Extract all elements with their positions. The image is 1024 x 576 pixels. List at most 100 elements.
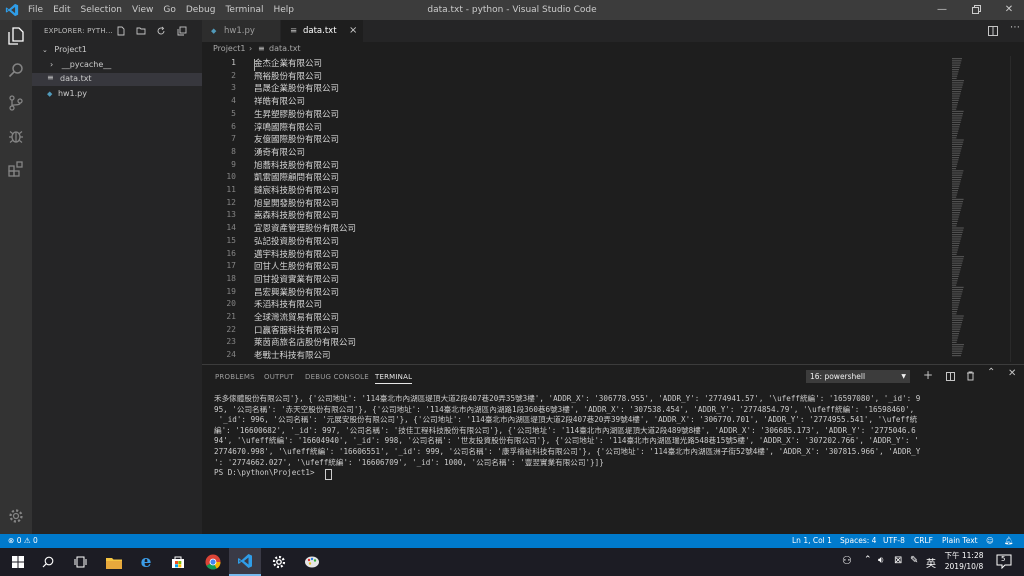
file-explorer-taskbar[interactable] — [98, 548, 130, 576]
search-taskbar-button[interactable] — [32, 548, 64, 576]
manage-button[interactable] — [5, 505, 27, 527]
terminal-select[interactable]: 16: powershell ▼ — [806, 370, 910, 383]
code-line: 友億國際股份有限公司 — [254, 135, 340, 146]
source-control-icon — [9, 95, 23, 111]
line-ending[interactable]: CRLF — [914, 534, 933, 548]
language-mode[interactable]: Plain Text — [942, 534, 978, 548]
source-control-button[interactable] — [5, 92, 27, 114]
close-window-button[interactable]: ✕ — [994, 0, 1024, 20]
project-folder[interactable]: ⌄ Project1 — [42, 45, 87, 54]
restore-button[interactable] — [961, 0, 991, 20]
feedback-icon[interactable]: ☺ — [986, 534, 994, 548]
paint-taskbar[interactable] — [296, 548, 328, 576]
vscode-taskbar[interactable] — [229, 548, 261, 576]
explorer-sidebar: EXPLORER: PYTH... ⌄ Project1 › __pycache… — [32, 20, 202, 534]
breadcrumb-separator: › — [249, 44, 253, 53]
editor-area[interactable]: 1 金杰企業有限公司 2 飛裕股份有限公司 3 昌晟企業股份有限公司 4 祥皓有限公司 5 生昇塑… — [202, 56, 1024, 362]
chevron-right-icon: › — [50, 60, 54, 69]
bell-icon[interactable]: 🔔︎ — [1004, 534, 1014, 548]
refresh-icon[interactable] — [156, 26, 166, 36]
menu-help[interactable]: Help — [273, 0, 294, 20]
tab-data-txt[interactable]: ≡ data.txt × — [281, 20, 363, 42]
new-folder-icon[interactable] — [136, 26, 146, 36]
split-terminal-icon[interactable] — [946, 372, 955, 381]
tree-item-data-txt[interactable]: ≡ data.txt — [32, 73, 202, 86]
menu-edit[interactable]: Edit — [53, 0, 70, 20]
network-icon[interactable]: ⊠ — [894, 555, 902, 566]
task-view-icon — [74, 556, 86, 568]
windows-taskbar: e ⚇ ⌃ 🔉︎ ⊠ ✎ 英 下午 11:28 2019/10/8 5 — [0, 548, 1024, 576]
more-actions-icon[interactable]: ⋯ — [1010, 22, 1020, 33]
search-button[interactable] — [5, 59, 27, 81]
volume-icon[interactable]: 🔉︎ — [878, 555, 884, 566]
terminal-line: 94', '\ufeff統編': '16604940', '_id': 998,… — [214, 436, 919, 446]
encoding[interactable]: UTF-8 — [883, 534, 905, 548]
maximize-panel-icon[interactable]: ⌃ — [987, 367, 995, 378]
new-file-icon[interactable] — [116, 26, 126, 36]
new-terminal-icon[interactable]: + — [923, 368, 933, 382]
extensions-button[interactable] — [5, 158, 27, 180]
folder-icon — [106, 557, 122, 569]
people-icon[interactable]: ⚇ — [842, 554, 852, 567]
menu-go[interactable]: Go — [163, 0, 175, 20]
tab-output[interactable]: OUTPUT — [264, 373, 294, 381]
debug-button[interactable] — [5, 125, 27, 147]
clock-date: 2019/10/8 — [944, 562, 984, 571]
line-number: 21 — [226, 312, 236, 321]
code-line: 嵩森科技股份有限公司 — [254, 211, 340, 222]
ime-indicator[interactable]: 英 — [926, 555, 936, 570]
start-button[interactable] — [2, 548, 34, 576]
tree-item-hw1-py[interactable]: ◆ hw1.py — [47, 89, 87, 98]
terminal-line: 2774670.998', '\ufeff統編': '16606551', '_… — [214, 446, 921, 456]
warning-count: 0 — [32, 536, 38, 545]
code-line: 老戰士科技有限公司 — [254, 351, 331, 362]
tab-close-button[interactable]: × — [349, 20, 357, 42]
editor-scrollbar[interactable] — [1010, 56, 1024, 362]
edge-taskbar[interactable]: e — [130, 548, 162, 576]
close-panel-icon[interactable]: ✕ — [1008, 368, 1016, 379]
explorer-button[interactable] — [5, 25, 27, 47]
pen-icon[interactable]: ✎ — [910, 555, 918, 566]
cursor-position[interactable]: Ln 1, Col 1 — [792, 534, 832, 548]
indentation[interactable]: Spaces: 4 — [840, 534, 876, 548]
minimap[interactable] — [952, 56, 966, 362]
menu-selection[interactable]: Selection — [81, 0, 122, 20]
action-center-button[interactable]: 5 — [996, 553, 1012, 570]
tab-debug-console[interactable]: DEBUG CONSOLE — [305, 373, 369, 381]
terminal-line: 95, '公司名稱': '赤天空股份有限公司'}, {'公司地址': '114臺… — [214, 404, 915, 414]
collapse-all-icon[interactable] — [177, 26, 187, 36]
tab-hw1-py[interactable]: ◆ hw1.py — [202, 20, 280, 42]
minimize-icon: — — [937, 4, 947, 15]
task-view-button[interactable] — [64, 548, 96, 576]
breadcrumb-root[interactable]: Project1 — [213, 42, 245, 56]
clock[interactable]: 下午 11:28 2019/10/8 — [942, 550, 986, 572]
chrome-taskbar[interactable] — [197, 548, 229, 576]
code-line: 飛裕股份有限公司 — [254, 71, 323, 82]
menu-terminal[interactable]: Terminal — [225, 0, 263, 20]
menu-debug[interactable]: Debug — [186, 0, 216, 20]
trash-icon[interactable] — [966, 371, 975, 381]
text-file-icon: ≡ — [47, 73, 54, 82]
problems-status[interactable]: ⊗ 0 ⚠ 0 — [8, 534, 38, 548]
minimize-button[interactable]: — — [927, 0, 957, 20]
settings-taskbar[interactable] — [263, 548, 295, 576]
breadcrumb-file[interactable]: data.txt — [269, 42, 301, 56]
dropdown-arrow-icon: ▼ — [901, 373, 906, 380]
status-bar: ⊗ 0 ⚠ 0 Ln 1, Col 1 Spaces: 4 UTF-8 CRLF… — [0, 534, 1024, 548]
code-line: 祥皓有限公司 — [254, 97, 306, 108]
line-number: 16 — [226, 248, 236, 258]
search-icon — [42, 556, 54, 568]
store-taskbar[interactable] — [162, 548, 194, 576]
menu-file[interactable]: File — [28, 0, 43, 20]
tab-terminal[interactable]: TERMINAL — [375, 373, 413, 384]
terminal-output[interactable]: 禾多傢體股份有限公司'}, {'公司地址': '114臺北市內湖區堤頂大道2段4… — [214, 394, 1014, 481]
activity-bar — [0, 20, 32, 534]
split-editor-icon[interactable] — [988, 26, 998, 36]
code-line: 鐽宸科技股份有限公司 — [254, 186, 340, 196]
tab-problems[interactable]: PROBLEMS — [215, 373, 255, 381]
tree-item-pycache[interactable]: › __pycache__ — [50, 60, 111, 69]
tray-chevron-icon[interactable]: ⌃ — [864, 555, 872, 565]
menu-view[interactable]: View — [132, 0, 153, 20]
code-line: 口贏客服科技有限公司 — [254, 325, 340, 336]
vscode-logo-icon — [5, 3, 19, 17]
